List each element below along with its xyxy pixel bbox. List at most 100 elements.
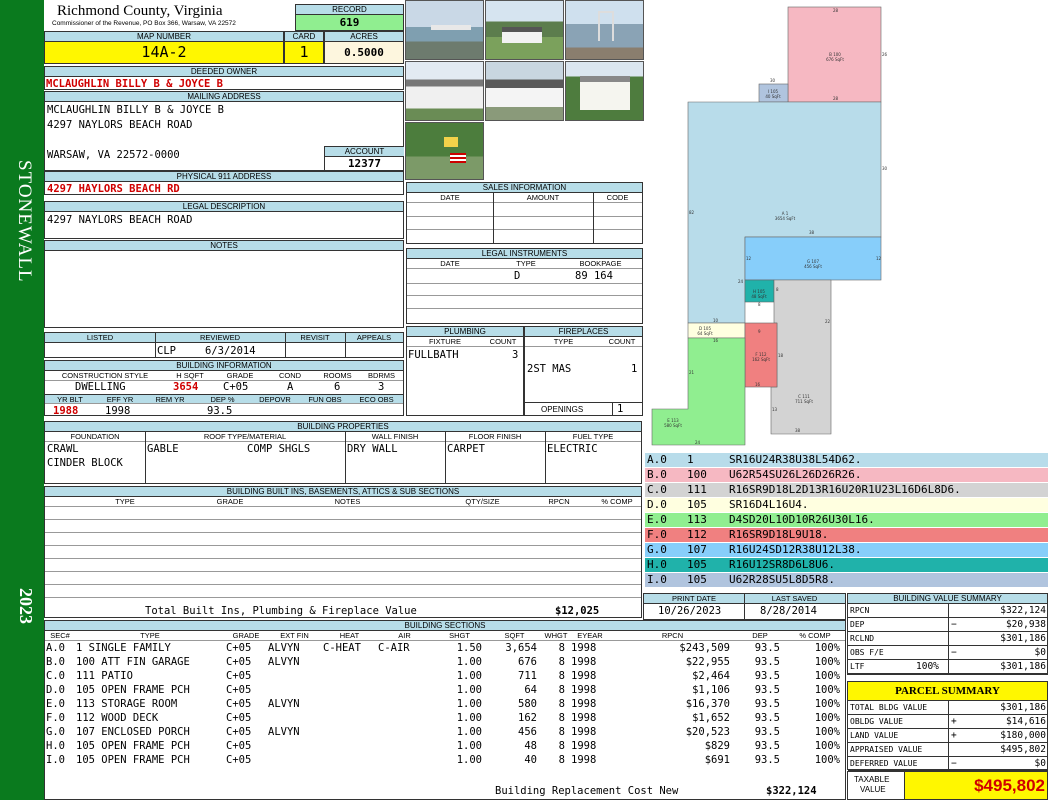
account-box: ACCOUNT 12377 bbox=[324, 146, 404, 171]
section-dep: 93.5 bbox=[754, 698, 780, 710]
legend-row: E.0 113 D4SD20L10D10R26U30L16. bbox=[645, 513, 1048, 527]
property-photo-6[interactable] bbox=[565, 61, 644, 121]
legal-description: 4297 NAYLORS BEACH ROAD bbox=[47, 214, 193, 226]
section-shgt: 1.00 bbox=[456, 670, 482, 682]
svg-text:18: 18 bbox=[778, 353, 784, 358]
deeded-owner: MCLAUGHLIN BILLY B & JOYCE B bbox=[46, 78, 224, 90]
section-dep: 93.5 bbox=[754, 754, 780, 766]
physical-address: 4297 HAYLORS BEACH RD bbox=[47, 183, 180, 195]
section-rpcn: $16,370 bbox=[685, 698, 730, 710]
svg-text:38: 38 bbox=[809, 230, 815, 235]
map-number: 14A-2 bbox=[45, 42, 283, 63]
parcel-summary-row: APPRAISED VALUE $495,802 bbox=[848, 743, 1048, 757]
section-grade: C+05 bbox=[226, 698, 252, 710]
grade: C+05 bbox=[223, 381, 249, 393]
section-eyear: 1998 bbox=[571, 684, 597, 696]
openings-count: 1 bbox=[617, 403, 624, 415]
year-built: 1988 bbox=[53, 405, 79, 417]
section-type: 105 OPEN FRAME PCH bbox=[76, 740, 190, 752]
tax-year: 2023 bbox=[16, 588, 36, 624]
section-row: E.0 113 STORAGE ROOM C+05 ALVYN 1.00 580 8 1998… bbox=[44, 697, 844, 711]
section-sec: G.0 bbox=[46, 726, 65, 738]
legend-section: B.0 bbox=[647, 468, 667, 481]
section-shgt: 1.00 bbox=[456, 698, 482, 710]
svg-text:24: 24 bbox=[738, 279, 744, 284]
mailing-address-box: MAILING ADDRESS MCLAUGHLIN BILLY B & JOY… bbox=[44, 91, 404, 171]
section-col-header: HEAT bbox=[339, 631, 360, 640]
taxable-value: $495,802 bbox=[904, 772, 1047, 799]
section-type: 113 STORAGE ROOM bbox=[76, 698, 178, 710]
section-comp: 100% bbox=[814, 656, 840, 668]
parcel-label: LAND VALUE bbox=[850, 731, 899, 740]
section-eyear: 1998 bbox=[571, 642, 597, 654]
section-sec: C.0 bbox=[46, 670, 65, 682]
building-sketch[interactable]: B 100 676 SqFtA 1 3654 SqFtG 107 456 SqFtI … bbox=[645, 0, 1048, 452]
parcel-summary-title: PARCEL SUMMARY bbox=[848, 682, 1047, 701]
section-whgt: 8 bbox=[558, 712, 565, 724]
section-comp: 100% bbox=[814, 754, 840, 766]
legend-code: 111 bbox=[687, 483, 707, 496]
section-eyear: 1998 bbox=[571, 754, 597, 766]
instrument-type: D bbox=[514, 270, 521, 282]
section-sec: H.0 bbox=[46, 740, 65, 752]
section-rpcn: $243,509 bbox=[679, 642, 730, 654]
parcel-label: APPRAISED VALUE bbox=[850, 745, 923, 754]
legend-section: E.0 bbox=[647, 513, 667, 526]
value-summary-row: DEP − $20,938 bbox=[848, 618, 1048, 632]
section-rpcn: $2,464 bbox=[692, 670, 730, 682]
construction-style: DWELLING bbox=[75, 381, 126, 393]
section-sec: B.0 bbox=[46, 656, 65, 668]
district-name: STONEWALL bbox=[14, 160, 35, 283]
physical-address-box: PHYSICAL 911 ADDRESS 4297 HAYLORS BEACH … bbox=[44, 171, 404, 195]
section-shgt: 1.00 bbox=[456, 712, 482, 724]
svg-text:21: 21 bbox=[689, 370, 695, 375]
section-col-header: EXT FIN bbox=[280, 631, 309, 640]
value-amount: $301,186 bbox=[1000, 661, 1046, 672]
sketch-label-h: H 105 48 SqFt bbox=[751, 289, 767, 299]
roof-material: COMP SHGLS bbox=[247, 443, 311, 455]
section-heat: C-HEAT bbox=[323, 642, 361, 654]
property-photo-3[interactable] bbox=[565, 0, 644, 60]
svg-text:8: 8 bbox=[758, 302, 761, 307]
svg-text:24: 24 bbox=[695, 440, 701, 445]
section-type: 1 SINGLE FAMILY bbox=[76, 642, 171, 654]
legend-path: D4SD20L10D10R26U30L16. bbox=[729, 513, 875, 526]
legend-code: 105 bbox=[687, 558, 707, 571]
section-shgt: 1.00 bbox=[456, 726, 482, 738]
fireplace-count: 1 bbox=[631, 363, 638, 375]
section-comp: 100% bbox=[814, 642, 840, 654]
legend-code: 100 bbox=[687, 468, 707, 481]
section-sqft: 40 bbox=[524, 754, 537, 766]
section-sqft: 162 bbox=[518, 712, 537, 724]
section-grade: C+05 bbox=[226, 712, 252, 724]
parcel-sign: − bbox=[951, 758, 957, 769]
section-grade: C+05 bbox=[226, 754, 252, 766]
section-comp: 100% bbox=[814, 698, 840, 710]
legend-row: A.0 1 SR16U24R38U38L54D62. bbox=[645, 453, 1048, 467]
property-photo-1[interactable] bbox=[405, 0, 484, 60]
parcel-summary-row: DEFERRED VALUE − $0 bbox=[848, 757, 1048, 771]
fireplaces-box: FIREPLACES TYPE COUNT 2ST MAS 1 OPENINGS… bbox=[524, 326, 643, 416]
taxable-value-box: TAXABLE VALUE $495,802 bbox=[847, 771, 1048, 800]
parcel-sign: + bbox=[951, 730, 957, 741]
mailing-line-3: WARSAW, VA 22572-0000 bbox=[47, 149, 180, 161]
parcel-amount: $0 bbox=[1034, 758, 1046, 769]
parcel-amount: $180,000 bbox=[1000, 730, 1046, 741]
legend-section: G.0 bbox=[647, 543, 667, 556]
section-whgt: 8 bbox=[558, 726, 565, 738]
section-rpcn: $829 bbox=[704, 740, 730, 752]
section-col-header: AIR bbox=[398, 631, 411, 640]
property-photo-2[interactable] bbox=[485, 0, 564, 60]
section-sec: I.0 bbox=[46, 754, 65, 766]
section-sqft: 48 bbox=[524, 740, 537, 752]
parcel-summary-row: LAND VALUE + $180,000 bbox=[848, 729, 1048, 743]
section-sqft: 580 bbox=[518, 698, 537, 710]
property-photo-7[interactable] bbox=[405, 122, 484, 180]
sketch-label-d: D 105 64 SqFt bbox=[697, 326, 713, 336]
rooms: 6 bbox=[334, 381, 341, 393]
builtins-total: $12,025 bbox=[555, 605, 600, 617]
section-whgt: 8 bbox=[558, 684, 565, 696]
section-sec: F.0 bbox=[46, 712, 65, 724]
property-photo-4[interactable] bbox=[405, 61, 484, 121]
property-photo-5[interactable] bbox=[485, 61, 564, 121]
